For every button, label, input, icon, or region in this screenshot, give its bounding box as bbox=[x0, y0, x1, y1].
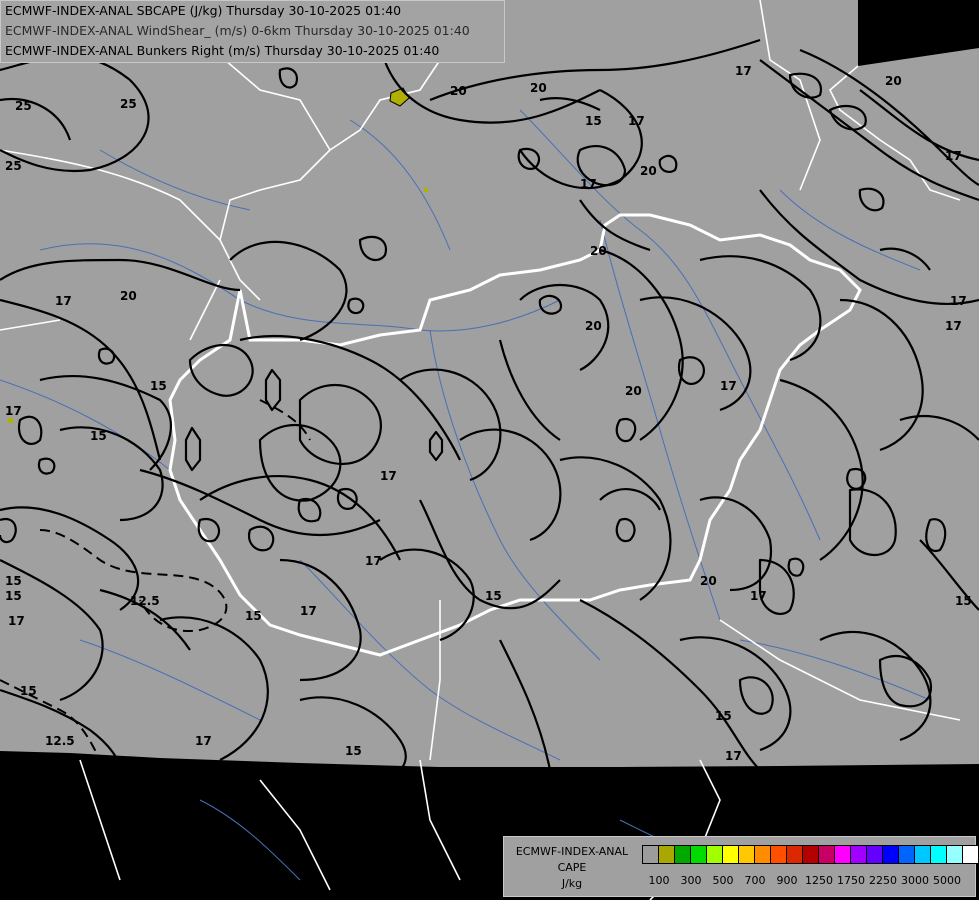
contour-label: 20 bbox=[640, 164, 657, 178]
legend-swatch bbox=[818, 845, 835, 864]
legend-swatch bbox=[786, 845, 803, 864]
title-line-windshear: ECMWF-INDEX-ANAL WindShear_ (m/s) 0-6km … bbox=[5, 23, 470, 38]
contour-label: 20 bbox=[585, 319, 602, 333]
legend-title-model: ECMWF-INDEX-ANAL bbox=[515, 845, 629, 858]
legend-swatch bbox=[882, 845, 899, 864]
contour-label: 17 bbox=[750, 589, 767, 603]
cape-speck bbox=[8, 418, 13, 423]
contour-label: 15 bbox=[585, 114, 602, 128]
contour-label: 15 bbox=[485, 589, 502, 603]
legend-swatch bbox=[866, 845, 883, 864]
contour-label: 17 bbox=[300, 604, 317, 618]
title-line-sbcape: ECMWF-INDEX-ANAL SBCAPE (J/kg) Thursday … bbox=[5, 3, 402, 18]
contour-label: 25 bbox=[15, 99, 32, 113]
contour-label: 17 bbox=[55, 294, 72, 308]
legend-tick-label: 100 bbox=[648, 874, 670, 887]
legend-title-unit: J/kg bbox=[561, 877, 583, 890]
legend-tick-label: 2250 bbox=[869, 874, 897, 887]
contour-label: 15 bbox=[5, 589, 22, 603]
contour-label: 15 bbox=[90, 429, 107, 443]
legend-tick-label: 3000 bbox=[901, 874, 929, 887]
legend-swatch bbox=[770, 845, 787, 864]
cape-speck bbox=[424, 188, 428, 192]
contour-label: 15 bbox=[245, 609, 262, 623]
contour-label: 20 bbox=[590, 244, 607, 258]
contour-label: 17 bbox=[8, 614, 25, 628]
contour-label: 17 bbox=[380, 469, 397, 483]
contour-label: 17 bbox=[950, 294, 967, 308]
contour-label: 15 bbox=[955, 594, 972, 608]
contour-label: 15 bbox=[150, 379, 167, 393]
contour-label: 20 bbox=[625, 384, 642, 398]
legend-tick-label: 500 bbox=[712, 874, 734, 887]
legend-tick-label: 900 bbox=[776, 874, 798, 887]
cape-legend: ECMWF-INDEX-ANAL CAPE J/kg 100 300 500 700 9… bbox=[503, 836, 979, 897]
legend-swatch bbox=[914, 845, 931, 864]
legend-title-param: CAPE bbox=[557, 861, 587, 874]
contour-label: 20 bbox=[530, 81, 547, 95]
legend-tick-label: 1750 bbox=[837, 874, 865, 887]
title-line-bunkers: ECMWF-INDEX-ANAL Bunkers Right (m/s) Thu… bbox=[5, 43, 440, 58]
contour-label: 17 bbox=[195, 734, 212, 748]
map-title-box: ECMWF-INDEX-ANAL SBCAPE (J/kg) Thursday … bbox=[0, 0, 505, 63]
contour-label: 17 bbox=[725, 749, 742, 763]
map-canvas: 25 25 25 20 20 20 17 17 17 15 17 20 20 1… bbox=[0, 0, 979, 900]
contour-label: 17 bbox=[735, 64, 752, 78]
legend-color-scale bbox=[642, 845, 979, 866]
contour-label: 17 bbox=[720, 379, 737, 393]
contour-label: 12.5 bbox=[130, 594, 160, 608]
contour-label: 17 bbox=[365, 554, 382, 568]
contour-label: 17 bbox=[5, 404, 22, 418]
legend-swatch bbox=[690, 845, 707, 864]
contour-label: 25 bbox=[5, 159, 22, 173]
legend-swatch bbox=[946, 845, 963, 864]
contour-label: 15 bbox=[715, 709, 732, 723]
legend-swatch bbox=[658, 845, 675, 864]
contour-label: 17 bbox=[945, 149, 962, 163]
legend-swatch bbox=[850, 845, 867, 864]
contour-label: 15 bbox=[5, 574, 22, 588]
contour-label: 15 bbox=[20, 684, 37, 698]
weather-map-stage: 25 25 25 20 20 20 17 17 17 15 17 20 20 1… bbox=[0, 0, 979, 900]
legend-swatch bbox=[930, 845, 947, 864]
contour-label: 25 bbox=[120, 97, 137, 111]
legend-swatch bbox=[706, 845, 723, 864]
contour-label: 12.5 bbox=[45, 734, 75, 748]
legend-swatch bbox=[802, 845, 819, 864]
contour-label: 17 bbox=[945, 319, 962, 333]
legend-swatch bbox=[962, 845, 979, 864]
legend-tick-label: 700 bbox=[744, 874, 766, 887]
legend-swatch bbox=[674, 845, 691, 864]
legend-swatch bbox=[722, 845, 739, 864]
legend-swatch bbox=[754, 845, 771, 864]
contour-label: 15 bbox=[345, 744, 362, 758]
legend-swatch bbox=[898, 845, 915, 864]
legend-tick-label: 300 bbox=[680, 874, 702, 887]
contour-label: 20 bbox=[450, 84, 467, 98]
legend-swatch bbox=[834, 845, 851, 864]
contour-label: 20 bbox=[700, 574, 717, 588]
contour-label: 17 bbox=[580, 177, 597, 191]
contour-label: 20 bbox=[885, 74, 902, 88]
legend-swatch bbox=[738, 845, 755, 864]
legend-tick-label: 1250 bbox=[805, 874, 833, 887]
legend-tick-label: 5000 bbox=[933, 874, 961, 887]
contour-label: 20 bbox=[120, 289, 137, 303]
contour-label: 17 bbox=[628, 114, 645, 128]
legend-swatch bbox=[642, 845, 659, 864]
